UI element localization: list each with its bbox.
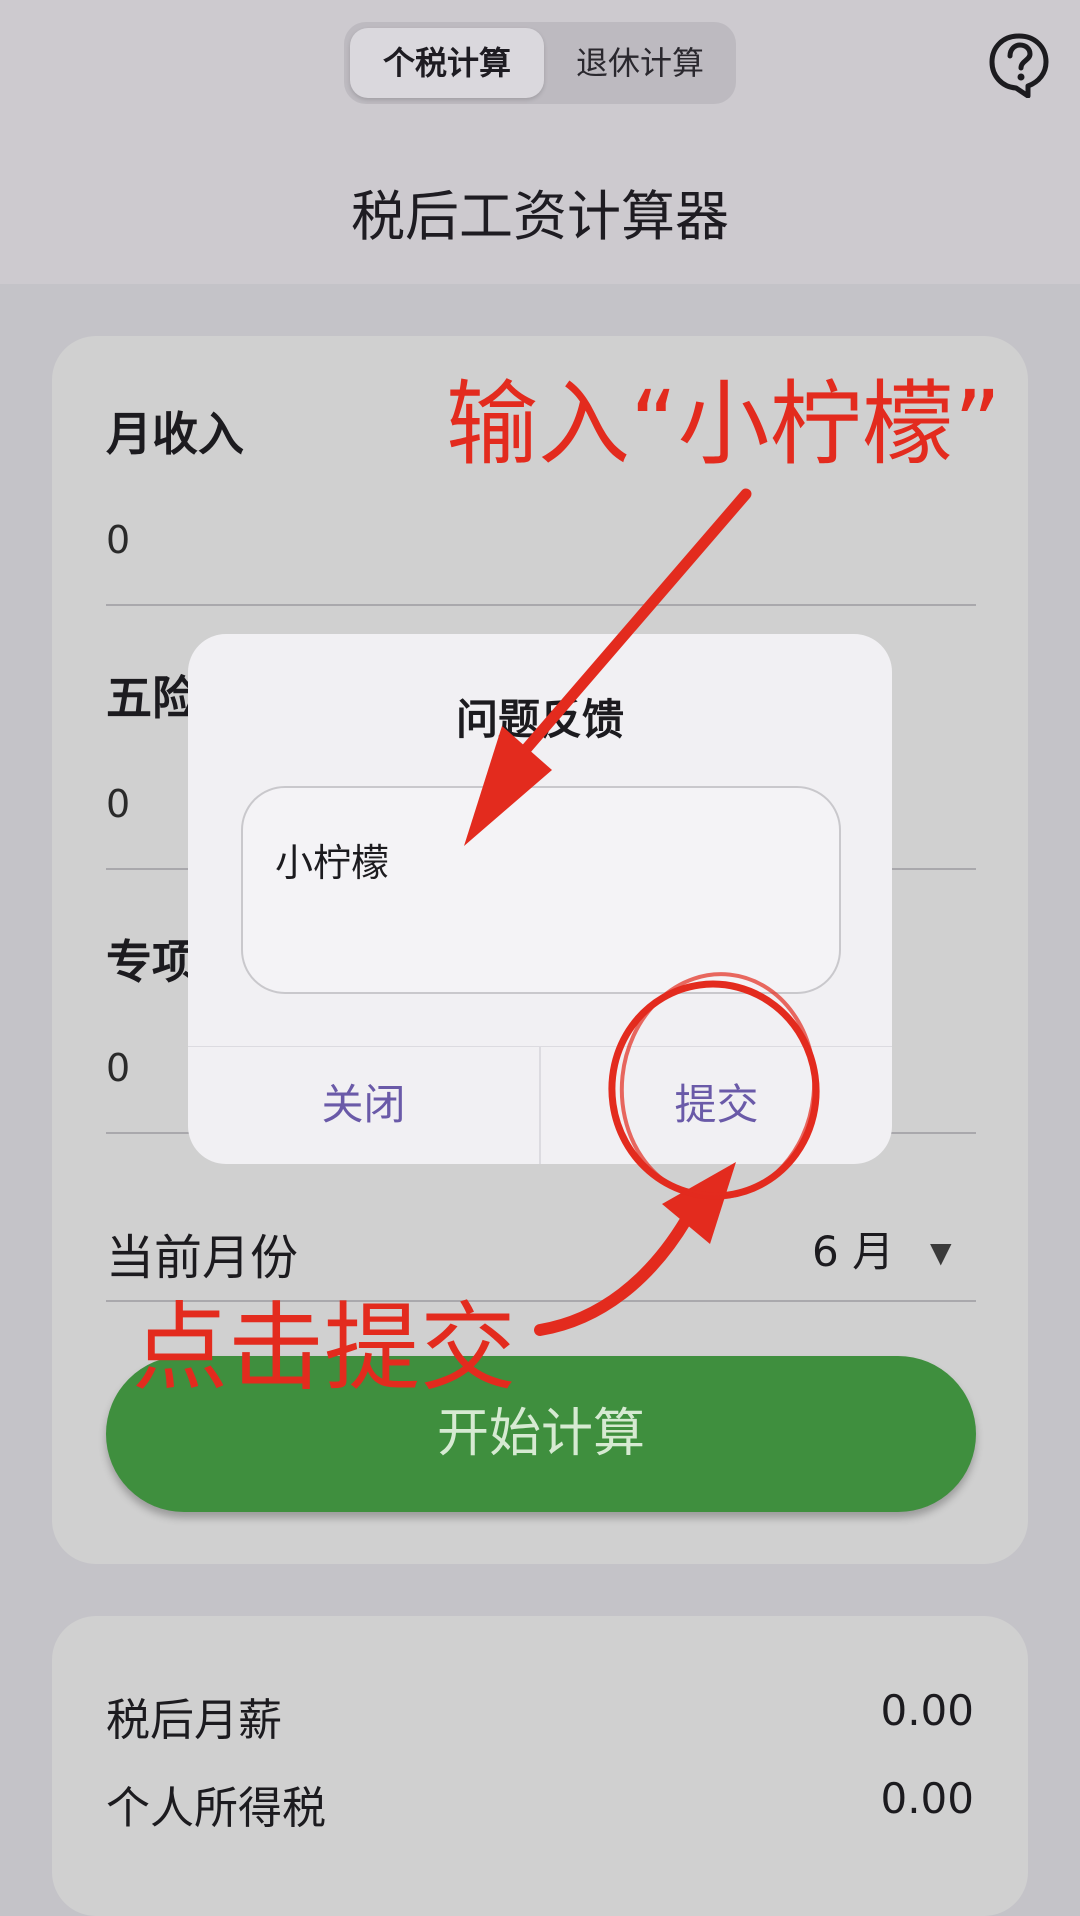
result-card: 税后月薪 0.00 个人所得税 0.00 bbox=[52, 1616, 1028, 1916]
income-tax-value: 0.00 bbox=[880, 1774, 974, 1823]
submit-hint-annotation: 点击提交 bbox=[132, 1292, 516, 1404]
after-tax-salary-value: 0.00 bbox=[880, 1686, 974, 1735]
page-title: 税后工资计算器 bbox=[351, 185, 729, 248]
top-bar: 个税计算 退休计算 税后工资计算器 bbox=[0, 0, 1080, 284]
monthly-income-label: 月收入 bbox=[106, 407, 244, 461]
tab-income-tax[interactable]: 个税计算 bbox=[350, 28, 544, 98]
insurance-input[interactable]: 0 bbox=[106, 782, 130, 826]
input-hint-annotation: 输入“小柠檬” bbox=[446, 371, 1002, 478]
feedback-input[interactable]: 小柠檬 bbox=[241, 786, 841, 994]
close-button[interactable]: 关闭 bbox=[188, 1046, 539, 1164]
current-month-select[interactable]: 6 月 bbox=[812, 1218, 894, 1279]
tab-retirement[interactable]: 退休计算 bbox=[550, 28, 730, 98]
insurance-label: 五险 bbox=[106, 671, 198, 725]
special-deduction-label: 专项 bbox=[106, 935, 198, 989]
feedback-input-text: 小柠檬 bbox=[275, 841, 390, 885]
after-tax-salary-label: 税后月薪 bbox=[106, 1695, 282, 1746]
help-bubble-icon[interactable] bbox=[988, 32, 1050, 99]
feedback-dialog: 问题反馈 小柠檬 关闭 提交 bbox=[188, 634, 892, 1164]
income-tax-label: 个人所得税 bbox=[106, 1783, 326, 1834]
monthly-income-input[interactable]: 0 bbox=[106, 518, 130, 562]
mode-segmented-control: 个税计算 退休计算 bbox=[344, 22, 736, 104]
dialog-title: 问题反馈 bbox=[455, 695, 624, 744]
special-deduction-input[interactable]: 0 bbox=[106, 1046, 130, 1090]
divider bbox=[106, 604, 976, 606]
dropdown-arrow-icon[interactable]: ▼ bbox=[930, 1236, 952, 1269]
submit-button[interactable]: 提交 bbox=[541, 1046, 892, 1164]
